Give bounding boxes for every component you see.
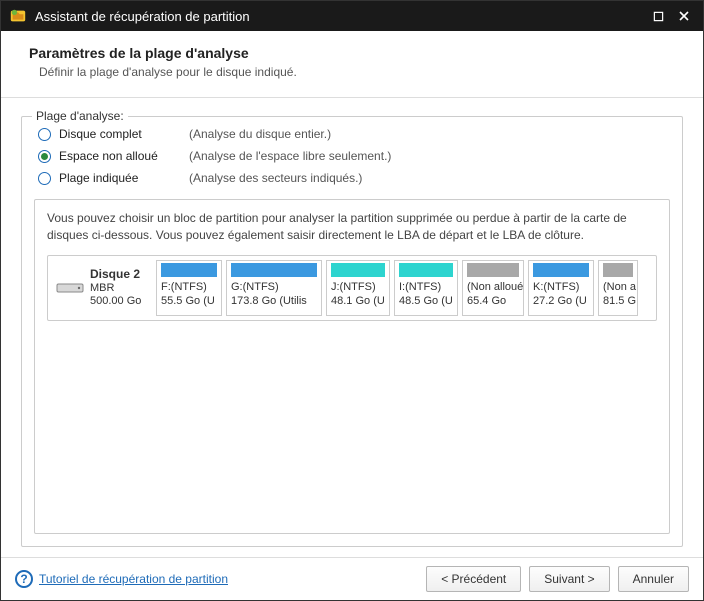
partition-label: (Non a xyxy=(603,280,633,294)
partition-bar xyxy=(533,263,589,277)
option-range[interactable]: Plage indiquée (Analyse des secteurs ind… xyxy=(34,167,670,189)
partition-size: 48.1 Go (U xyxy=(331,294,385,308)
radio-icon xyxy=(38,128,51,141)
partition-label: K:(NTFS) xyxy=(533,280,589,294)
disk-scheme: MBR xyxy=(90,282,141,296)
page-title: Paramètres de la plage d'analyse xyxy=(29,45,683,61)
partition-block[interactable]: (Non alloué65.4 Go xyxy=(462,260,524,316)
disk-size: 500.00 Go xyxy=(90,295,141,309)
option-label: Plage indiquée xyxy=(59,171,189,185)
partition-size: 81.5 G xyxy=(603,294,633,308)
partitions: F:(NTFS)55.5 Go (UG:(NTFS)173.8 Go (Util… xyxy=(156,260,652,316)
option-full-disk[interactable]: Disque complet (Analyse du disque entier… xyxy=(34,123,670,145)
panel-description: Vous pouvez choisir un bloc de partition… xyxy=(47,210,657,245)
partition-block[interactable]: K:(NTFS)27.2 Go (U xyxy=(528,260,594,316)
partition-size: 27.2 Go (U xyxy=(533,294,589,308)
disk-map-container: Disque 2 MBR 500.00 Go F:(NTFS)55.5 Go (… xyxy=(47,255,657,321)
partition-label: J:(NTFS) xyxy=(331,280,385,294)
partition-label: (Non alloué xyxy=(467,280,519,294)
close-button[interactable] xyxy=(671,3,697,29)
partition-bar xyxy=(399,263,453,277)
wizard-header: Paramètres de la plage d'analyse Définir… xyxy=(1,31,703,98)
partition-size: 65.4 Go xyxy=(467,294,519,308)
scan-range-fieldset: Plage d'analyse: Disque complet (Analyse… xyxy=(21,116,683,547)
partition-block[interactable]: F:(NTFS)55.5 Go (U xyxy=(156,260,222,316)
partition-block[interactable]: (Non a81.5 G xyxy=(598,260,638,316)
disk-info: Disque 2 MBR 500.00 Go xyxy=(52,260,152,316)
partition-size: 48.5 Go (U xyxy=(399,294,453,308)
fieldset-legend: Plage d'analyse: xyxy=(32,109,128,123)
disk-map-panel: Vous pouvez choisir un bloc de partition… xyxy=(34,199,670,534)
partition-bar xyxy=(161,263,217,277)
partition-size: 173.8 Go (Utilis xyxy=(231,294,317,308)
titlebar: Assistant de récupération de partition xyxy=(1,1,703,31)
partition-label: G:(NTFS) xyxy=(231,280,317,294)
partition-size: 55.5 Go (U xyxy=(161,294,217,308)
partition-bar xyxy=(603,263,633,277)
app-icon xyxy=(9,7,27,25)
option-label: Disque complet xyxy=(59,127,189,141)
help-icon: ? xyxy=(15,570,33,588)
partition-block[interactable]: J:(NTFS)48.1 Go (U xyxy=(326,260,390,316)
disk-map: Disque 2 MBR 500.00 Go F:(NTFS)55.5 Go (… xyxy=(52,260,652,316)
option-desc: (Analyse de l'espace libre seulement.) xyxy=(189,149,391,163)
page-subtitle: Définir la plage d'analyse pour le disqu… xyxy=(29,65,683,79)
option-label: Espace non alloué xyxy=(59,149,189,163)
disk-icon xyxy=(56,280,84,296)
partition-block[interactable]: G:(NTFS)173.8 Go (Utilis xyxy=(226,260,322,316)
partition-bar xyxy=(331,263,385,277)
back-button[interactable]: < Précédent xyxy=(426,566,521,592)
partition-bar xyxy=(231,263,317,277)
next-button[interactable]: Suivant > xyxy=(529,566,609,592)
option-desc: (Analyse des secteurs indiqués.) xyxy=(189,171,362,185)
cancel-button[interactable]: Annuler xyxy=(618,566,689,592)
option-unallocated[interactable]: Espace non alloué (Analyse de l'espace l… xyxy=(34,145,670,167)
radio-icon xyxy=(38,172,51,185)
option-desc: (Analyse du disque entier.) xyxy=(189,127,331,141)
wizard-body: Plage d'analyse: Disque complet (Analyse… xyxy=(1,98,703,557)
help-link[interactable]: ? Tutoriel de récupération de partition xyxy=(15,570,228,588)
disk-name: Disque 2 xyxy=(90,267,141,282)
partition-block[interactable]: I:(NTFS)48.5 Go (U xyxy=(394,260,458,316)
help-link-text: Tutoriel de récupération de partition xyxy=(39,572,228,586)
wizard-footer: ? Tutoriel de récupération de partition … xyxy=(1,557,703,600)
wizard-window: Assistant de récupération de partition P… xyxy=(0,0,704,601)
window-title: Assistant de récupération de partition xyxy=(35,9,645,24)
partition-label: F:(NTFS) xyxy=(161,280,217,294)
radio-icon xyxy=(38,150,51,163)
partition-bar xyxy=(467,263,519,277)
maximize-button[interactable] xyxy=(645,3,671,29)
partition-label: I:(NTFS) xyxy=(399,280,453,294)
